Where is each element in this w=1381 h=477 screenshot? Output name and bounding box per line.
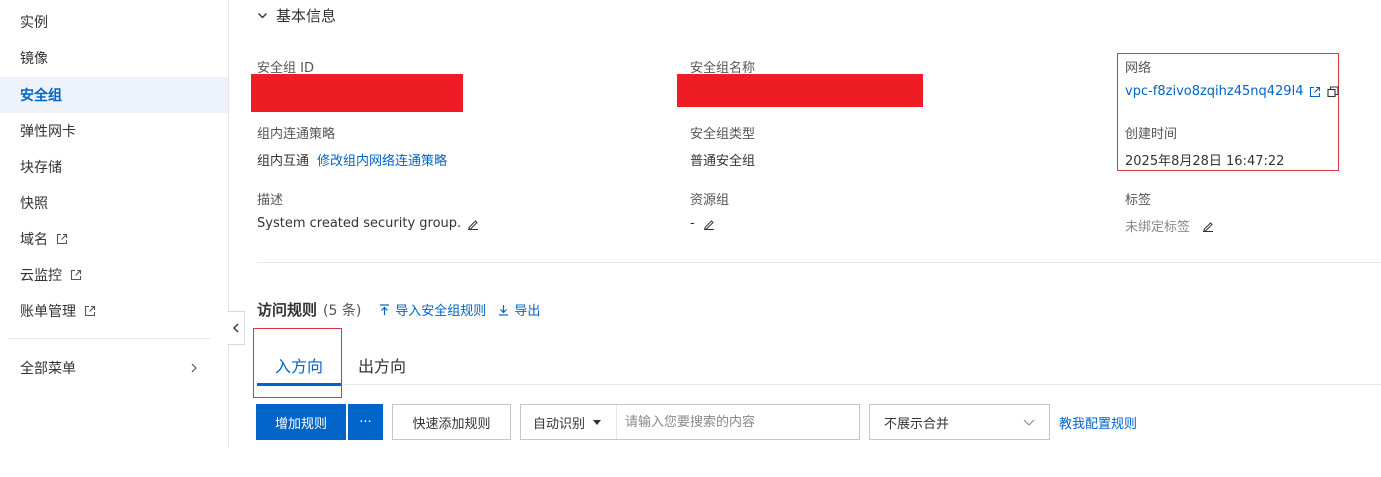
teach-config-link[interactable]: 教我配置规则 xyxy=(1059,413,1137,432)
search-input[interactable] xyxy=(617,405,859,439)
more-actions-button[interactable]: ··· xyxy=(348,404,383,440)
sidebar-item-label: 安全组 xyxy=(20,88,62,104)
caret-down-icon xyxy=(593,419,602,425)
import-icon xyxy=(380,303,390,315)
tags-label: 标签 xyxy=(1125,193,1152,208)
edit-icon[interactable] xyxy=(1202,220,1214,232)
external-link-icon xyxy=(70,269,82,281)
export-link[interactable]: 导出 xyxy=(498,300,540,319)
rules-header: 访问规则 (5 条) 导入安全组规则 导出 xyxy=(257,299,540,320)
chevron-down-icon xyxy=(1023,419,1035,426)
description-label: 描述 xyxy=(257,193,284,208)
sidebar-item-images[interactable]: 镜像 xyxy=(0,40,228,76)
sidebar-item-cloud-monitor[interactable]: 云监控 xyxy=(0,257,228,293)
sidebar-item-label: 云监控 xyxy=(20,268,62,284)
sidebar-item-domains[interactable]: 域名 xyxy=(0,221,228,257)
field-resource-group: 资源组 - xyxy=(690,189,729,231)
created-time-value: 2025年8月28日 16:47:22 xyxy=(1125,154,1285,169)
tags-value: 未绑定标签 xyxy=(1125,220,1191,235)
add-rule-button[interactable]: 增加规则 xyxy=(256,404,346,440)
search-mode-select[interactable]: 自动识别 xyxy=(521,405,617,439)
sidebar-item-label: 域名 xyxy=(20,232,48,248)
section-title: 基本信息 xyxy=(276,7,337,25)
sidebar-item-security-groups[interactable]: 安全组 xyxy=(0,77,228,113)
all-menu-label: 全部菜单 xyxy=(20,361,76,377)
field-network: 网络 vpc-f8zivo8zqihz45nq429l4 xyxy=(1125,57,1340,99)
sidebar-item-label: 实例 xyxy=(20,15,48,31)
sidebar-item-label: 弹性网卡 xyxy=(20,124,76,140)
import-rules-label: 导入安全组规则 xyxy=(395,304,487,319)
rules-title: 访问规则 xyxy=(257,301,318,319)
external-link-icon xyxy=(56,233,68,245)
quick-add-rule-button[interactable]: 快速添加规则 xyxy=(392,404,511,440)
resource-group-value: - xyxy=(690,216,695,231)
network-label: 网络 xyxy=(1125,61,1152,76)
copy-icon[interactable] xyxy=(1327,85,1340,98)
chevron-right-icon xyxy=(191,363,197,373)
field-description: 描述 System created security group. xyxy=(257,189,479,231)
tab-outbound[interactable]: 出方向 xyxy=(341,345,423,385)
created-time-label: 创建时间 xyxy=(1125,127,1178,142)
sidebar-item-label: 块存储 xyxy=(20,160,62,176)
redacted-sg-name xyxy=(677,74,923,107)
sidebar-item-eni[interactable]: 弹性网卡 xyxy=(0,113,228,149)
description-value: System created security group. xyxy=(257,216,462,231)
external-link-icon[interactable] xyxy=(1309,86,1321,98)
edit-icon[interactable] xyxy=(703,218,715,230)
sidebar: 实例 镜像 安全组 弹性网卡 块存储 快照 域名 云监控 账单管理 全部菜单 xyxy=(0,0,229,447)
field-tags: 标签 未绑定标签 xyxy=(1125,189,1214,235)
tab-label: 出方向 xyxy=(357,357,406,376)
highlight-box-inbound-tab xyxy=(253,328,342,398)
section-divider xyxy=(257,262,1381,263)
rules-count: (5 条) xyxy=(323,302,362,319)
policy-label: 组内连通策略 xyxy=(257,127,336,142)
search-mode-label: 自动识别 xyxy=(533,416,586,432)
sidebar-collapse-button[interactable] xyxy=(228,311,245,345)
sidebar-item-label: 快照 xyxy=(20,196,48,212)
export-icon xyxy=(499,304,509,316)
modify-policy-link[interactable]: 修改组内网络连通策略 xyxy=(317,150,447,169)
sidebar-divider xyxy=(8,338,210,339)
policy-value: 组内互通 xyxy=(257,154,310,169)
basic-info-toggle[interactable]: 基本信息 xyxy=(257,5,336,26)
sidebar-all-menu[interactable]: 全部菜单 xyxy=(0,350,228,386)
merge-select-value: 不展示合并 xyxy=(884,416,950,432)
direction-tabs: 入方向 出方向 xyxy=(257,345,1381,386)
network-link[interactable]: vpc-f8zivo8zqihz45nq429l4 xyxy=(1125,84,1303,99)
sidebar-item-label: 镜像 xyxy=(20,51,48,67)
export-label: 导出 xyxy=(514,304,541,319)
resource-group-label: 资源组 xyxy=(690,193,730,208)
sg-type-value: 普通安全组 xyxy=(690,154,756,169)
sidebar-item-billing[interactable]: 账单管理 xyxy=(0,293,228,329)
merge-display-select[interactable]: 不展示合并 xyxy=(869,404,1050,440)
sidebar-item-snapshots[interactable]: 快照 xyxy=(0,185,228,221)
edit-icon[interactable] xyxy=(467,218,479,230)
external-link-icon xyxy=(84,305,96,317)
rule-search: 自动识别 xyxy=(520,404,860,440)
chevron-down-icon xyxy=(258,12,267,18)
sidebar-item-instances[interactable]: 实例 xyxy=(0,4,228,40)
field-created-time: 创建时间 2025年8月28日 16:47:22 xyxy=(1125,123,1284,169)
chevron-left-icon xyxy=(233,323,239,333)
sidebar-item-label: 账单管理 xyxy=(20,304,76,320)
sg-type-label: 安全组类型 xyxy=(690,127,756,142)
redacted-sg-id xyxy=(251,74,463,112)
sidebar-item-block-storage[interactable]: 块存储 xyxy=(0,149,228,185)
import-rules-link[interactable]: 导入安全组规则 xyxy=(379,300,486,319)
field-policy: 组内连通策略 组内互通 修改组内网络连通策略 xyxy=(257,123,447,169)
field-sg-type: 安全组类型 普通安全组 xyxy=(690,123,755,169)
